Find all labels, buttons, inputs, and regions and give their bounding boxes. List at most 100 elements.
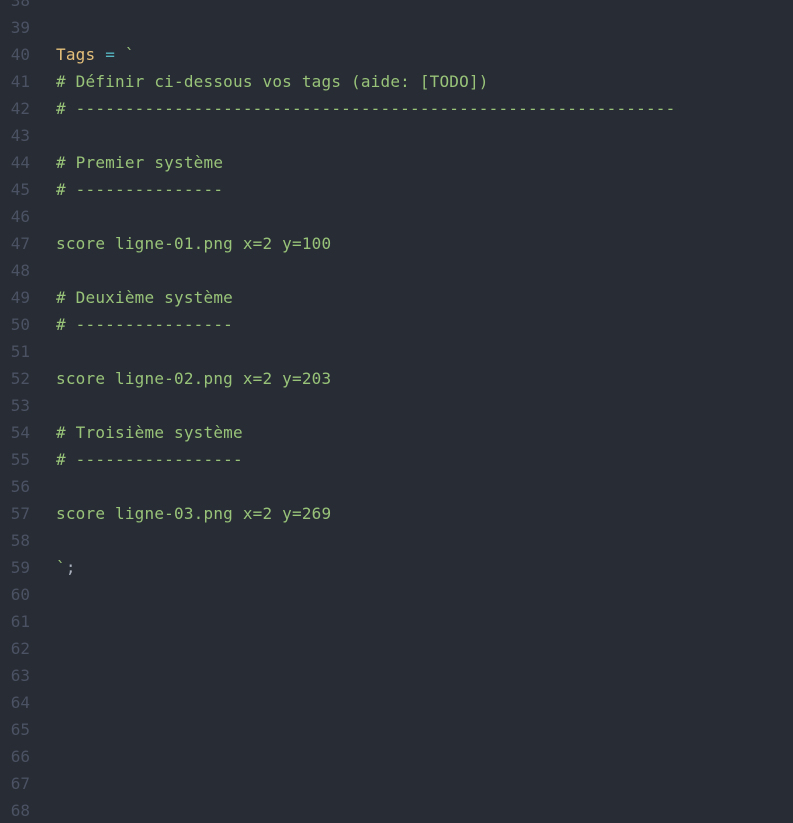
line-content: # Troisième système [30, 419, 243, 446]
line-number: 65 [10, 720, 30, 739]
code-line[interactable]: 67 [0, 770, 793, 797]
code-line[interactable]: 53 [0, 392, 793, 419]
line-number: 54 [10, 423, 30, 442]
line-number: 58 [10, 531, 30, 550]
code-token: # Troisième système [56, 423, 243, 442]
line-content: # Deuxième système [30, 284, 233, 311]
line-number: 49 [10, 288, 30, 307]
code-token: score ligne-01.png x=2 y=100 [56, 234, 332, 253]
line-number: 68 [10, 801, 30, 820]
code-line[interactable]: 52 score ligne-02.png x=2 y=203 [0, 365, 793, 392]
line-content [30, 392, 56, 419]
code-line[interactable]: 43 [0, 122, 793, 149]
line-number: 66 [10, 747, 30, 766]
code-token: # --------------------------------------… [56, 99, 676, 118]
code-line[interactable]: 63 [0, 662, 793, 689]
line-number: 44 [10, 153, 30, 172]
line-content [30, 743, 56, 770]
code-line[interactable]: 59 `; [0, 554, 793, 581]
line-content [30, 338, 56, 365]
line-number: 38 [10, 0, 30, 10]
line-number: 50 [10, 315, 30, 334]
line-content: score ligne-02.png x=2 y=203 [30, 365, 331, 392]
line-number: 60 [10, 585, 30, 604]
code-line[interactable]: 42 # ------------------------------------… [0, 95, 793, 122]
line-content [30, 689, 56, 716]
code-line[interactable]: 65 [0, 716, 793, 743]
code-line[interactable]: 62 [0, 635, 793, 662]
code-line[interactable]: 44 # Premier système [0, 149, 793, 176]
code-line[interactable]: 58 [0, 527, 793, 554]
line-content [30, 662, 56, 689]
line-content: # Premier système [30, 149, 223, 176]
line-content: # --------------- [30, 176, 223, 203]
code-line[interactable]: 56 [0, 473, 793, 500]
code-line[interactable]: 40 Tags = ` [0, 41, 793, 68]
line-number: 56 [10, 477, 30, 496]
code-editor[interactable]: 38 39 40 Tags = ` 41 # Définir ci-dessous vos… [0, 0, 793, 823]
code-line[interactable]: 45 # --------------- [0, 176, 793, 203]
code-line[interactable]: 51 [0, 338, 793, 365]
line-content [30, 203, 56, 230]
code-token: # ----------------- [56, 450, 243, 469]
line-content [30, 608, 56, 635]
line-content [30, 797, 56, 823]
line-content: score ligne-03.png x=2 y=269 [30, 500, 331, 527]
line-number: 57 [10, 504, 30, 523]
code-line[interactable]: 57 score ligne-03.png x=2 y=269 [0, 500, 793, 527]
line-content [30, 257, 56, 284]
code-token: # Définir ci-dessous vos tags (aide: [TO… [56, 72, 489, 91]
code-line[interactable]: 66 [0, 743, 793, 770]
code-token: # Premier système [56, 153, 224, 172]
line-number: 47 [10, 234, 30, 253]
code-token: score ligne-03.png x=2 y=269 [56, 504, 332, 523]
code-line[interactable]: 39 [0, 14, 793, 41]
code-line[interactable]: 48 [0, 257, 793, 284]
code-line[interactable]: 50 # ---------------- [0, 311, 793, 338]
line-content: `; [30, 554, 76, 581]
code-token: = [105, 45, 116, 64]
line-number: 62 [10, 639, 30, 658]
code-line[interactable]: 41 # Définir ci-dessous vos tags (aide: [… [0, 68, 793, 95]
code-line[interactable]: 68 [0, 797, 793, 823]
line-number: 46 [10, 207, 30, 226]
code-line[interactable]: 60 [0, 581, 793, 608]
code-line[interactable]: 64 [0, 689, 793, 716]
line-content [30, 716, 56, 743]
code-token: Tags [56, 45, 96, 64]
line-content: # ---------------- [30, 311, 233, 338]
line-content: # --------------------------------------… [30, 95, 675, 122]
line-content [30, 0, 56, 14]
line-content: Tags = ` [30, 41, 135, 68]
code-line[interactable]: 55 # ----------------- [0, 446, 793, 473]
code-token: # ---------------- [56, 315, 233, 334]
code-line[interactable]: 47 score ligne-01.png x=2 y=100 [0, 230, 793, 257]
line-number: 55 [10, 450, 30, 469]
line-number: 42 [10, 99, 30, 118]
line-content: # Définir ci-dessous vos tags (aide: [TO… [30, 68, 489, 95]
line-number: 59 [10, 558, 30, 577]
code-lines: 38 39 40 Tags = ` 41 # Définir ci-dessous vos… [0, 0, 793, 823]
code-line[interactable]: 61 [0, 608, 793, 635]
code-line[interactable]: 49 # Deuxième système [0, 284, 793, 311]
line-content [30, 770, 56, 797]
line-number: 43 [10, 126, 30, 145]
code-token: ` [124, 45, 135, 64]
line-content [30, 635, 56, 662]
line-content [30, 14, 56, 41]
line-number: 63 [10, 666, 30, 685]
line-content: score ligne-01.png x=2 y=100 [30, 230, 331, 257]
code-line[interactable]: 54 # Troisième système [0, 419, 793, 446]
line-number: 48 [10, 261, 30, 280]
line-content [30, 581, 56, 608]
line-number: 45 [10, 180, 30, 199]
line-number: 39 [10, 18, 30, 37]
code-token: ` [56, 558, 66, 577]
code-line[interactable]: 46 [0, 203, 793, 230]
code-token: # --------------- [56, 180, 224, 199]
line-number: 53 [10, 396, 30, 415]
code-line[interactable]: 38 [0, 0, 793, 14]
line-number: 64 [10, 693, 30, 712]
